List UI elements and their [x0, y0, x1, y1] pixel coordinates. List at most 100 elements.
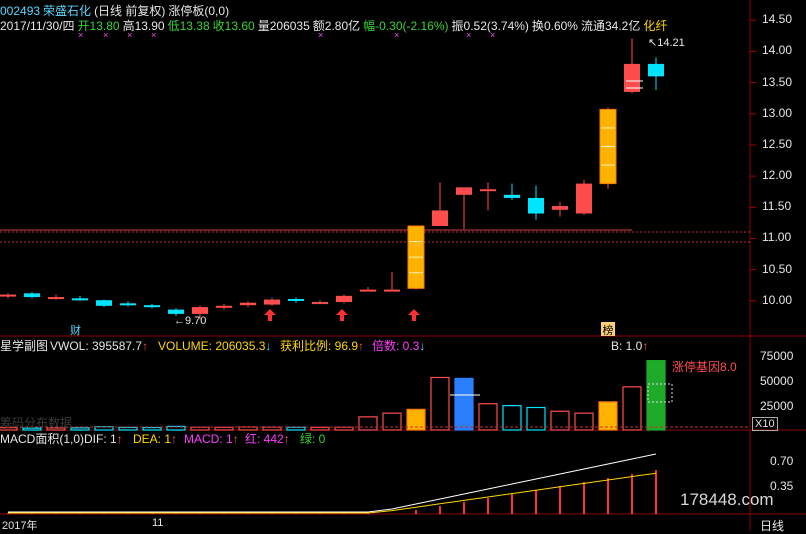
- volume-bar: [190, 426, 210, 431]
- limit-gene-label: 涨停基因8.0: [672, 360, 737, 374]
- time-axis-month: 11: [152, 517, 164, 529]
- indicator-label[interactable]: 涨停板(0,0): [168, 4, 229, 18]
- low-value: 低13.38: [167, 19, 210, 33]
- signal-marker: ×: [466, 30, 472, 40]
- vol-tick: 25000: [760, 399, 794, 413]
- vol-tick: 75000: [760, 349, 794, 363]
- candle-body: [504, 194, 520, 198]
- date-text: 2017/11/30/四: [0, 19, 75, 33]
- volume-bar: [502, 405, 522, 431]
- vol-panel-title[interactable]: 星学副图: [0, 339, 48, 353]
- candle-body: [24, 293, 40, 298]
- candle-body: [360, 289, 376, 292]
- volume-value: 量206035: [257, 19, 310, 33]
- price-tick: 13.50: [762, 74, 793, 89]
- candle-body: [144, 305, 160, 308]
- volume-bar: [358, 416, 378, 431]
- volume-bar: [454, 377, 474, 431]
- volume-bar: [598, 401, 618, 431]
- vol-tick: 50000: [760, 374, 794, 388]
- dea-value: DEA: 1↑: [133, 432, 178, 446]
- candle-body: [72, 298, 88, 301]
- price-tick: 14.50: [762, 12, 793, 27]
- signal-marker: ×: [490, 30, 496, 40]
- candle-body: [240, 302, 256, 306]
- candle-body: [0, 294, 16, 297]
- volume-bar: [430, 376, 450, 431]
- volume-bar: [286, 426, 306, 431]
- multiple-value: 倍数: 0.3↓: [372, 339, 426, 353]
- candle-body: [432, 210, 448, 226]
- price-tick: 12.00: [762, 168, 793, 183]
- green-count-value: 绿: 0: [300, 432, 326, 446]
- volume-bar: [70, 427, 90, 431]
- candle-body: [312, 302, 328, 305]
- macd-panel-header: MACD面积(1,0) DIF: 1↑ DEA: 1↑ MACD: 1↑ 红: …: [0, 432, 750, 446]
- candle-body: [288, 298, 304, 301]
- change-value: 幅-0.30(-2.16%): [363, 19, 449, 33]
- candle-body: [456, 187, 472, 195]
- signal-marker: ×: [127, 30, 133, 40]
- buy-arrow-icon: [408, 309, 420, 321]
- macd-value: MACD: 1↑: [184, 432, 239, 446]
- signal-marker: ×: [318, 30, 324, 40]
- price-tick: 11.50: [762, 199, 792, 214]
- float-cap-value: 流通34.2亿: [580, 19, 641, 33]
- period-switch[interactable]: 日线: [760, 517, 784, 534]
- chip-data-faint-label: 筹码分布数据: [0, 416, 73, 430]
- volume-indicator-value: VOLUME: 206035.3↓: [158, 339, 272, 353]
- sector-tag[interactable]: 化纤: [643, 19, 667, 33]
- price-tick: 13.00: [762, 105, 793, 120]
- candle-body: [480, 189, 496, 192]
- candle-body: [120, 303, 136, 306]
- volume-bar: [262, 426, 282, 431]
- candle-body: [552, 206, 568, 210]
- period-label: (日线 前复权): [94, 4, 166, 18]
- volume-bar: [214, 426, 234, 431]
- vwol-value: VWOL: 395587.7↑: [50, 339, 149, 353]
- volume-bar: [334, 426, 354, 431]
- candle-body: [216, 305, 232, 308]
- candle-body: [648, 63, 664, 77]
- price-tick: 12.50: [762, 136, 793, 151]
- quote-line: 2017/11/30/四 开13.80 高13.90 低13.38 收13.60 量206…: [0, 17, 670, 34]
- signal-marker: ×: [103, 30, 109, 40]
- volume-bar: [622, 386, 642, 431]
- macd-panel-title[interactable]: MACD面积(1,0): [0, 432, 84, 446]
- candle-body: [528, 197, 544, 214]
- stock-name[interactable]: 荣盛石化: [43, 4, 91, 18]
- volume-bar: [142, 426, 162, 431]
- stock-chart-canvas[interactable]: [0, 0, 806, 531]
- low-price-annotation: ←9.70: [174, 315, 207, 327]
- dea-line: [8, 472, 657, 514]
- candle-body: [384, 289, 400, 292]
- ranking-badge[interactable]: 榜: [601, 322, 615, 337]
- candle-body: [336, 295, 352, 303]
- dif-value: DIF: 1↑: [84, 432, 123, 446]
- price-tick: 14.00: [762, 43, 793, 58]
- turnover-value: 换0.60%: [531, 19, 578, 33]
- candle-body: [48, 297, 64, 300]
- volume-bar: [310, 426, 330, 431]
- red-count-value: 红: 442↑: [245, 432, 290, 446]
- volume-bar: [646, 360, 666, 431]
- candle-body: [264, 299, 280, 305]
- finance-badge[interactable]: 财: [70, 322, 84, 337]
- high-price-annotation: ↖14.21: [648, 37, 685, 49]
- vol-panel-header: 星学副图 VWOL: 395587.7↑ VOLUME: 206035.3↓ 获…: [0, 339, 750, 353]
- signal-marker: ×: [151, 30, 157, 40]
- x10-scale-label: X10: [752, 417, 778, 431]
- volume-bar: [478, 403, 498, 431]
- candle-body: [192, 307, 208, 314]
- signal-marker: ×: [78, 30, 84, 40]
- profit-ratio-value: 获利比例: 96.9↑: [280, 339, 365, 353]
- candle-body: [96, 300, 112, 306]
- macd-tick: 0.70: [770, 454, 794, 468]
- stock-code[interactable]: 002493: [0, 4, 40, 18]
- candle-body: [168, 309, 184, 314]
- candle-body: [576, 183, 592, 214]
- signal-marker: ×: [394, 30, 400, 40]
- site-watermark: 178448.com: [680, 490, 774, 509]
- buy-arrow-icon: [336, 309, 348, 321]
- b-value: B: 1.0↑: [611, 339, 649, 353]
